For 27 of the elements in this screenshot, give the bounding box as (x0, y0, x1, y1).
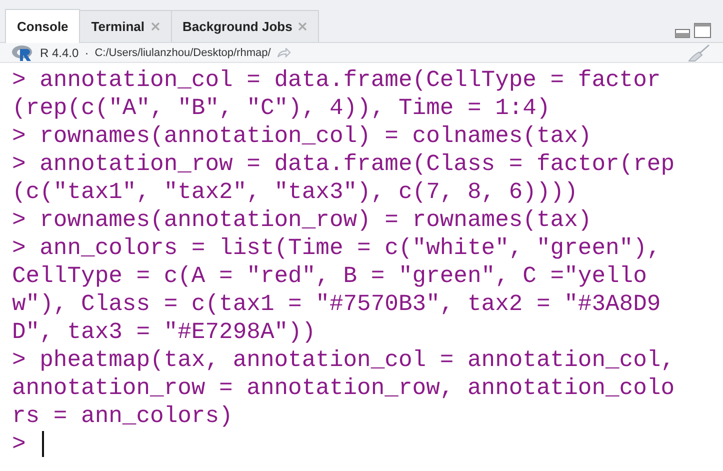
console-line: > rownames(annotation_col) = colnames(tax) (12, 122, 593, 150)
r-version: R 4.4.0 (40, 46, 79, 60)
text-cursor (42, 431, 44, 457)
separator-dot: · (84, 46, 89, 60)
broom-icon[interactable] (687, 44, 711, 62)
share-arrow-icon[interactable] (276, 48, 291, 58)
close-icon[interactable] (150, 22, 160, 31)
console-prompt: > (12, 430, 26, 458)
console-line: (rep(c("A", "B", "C"), 4)), Time = 1:4) (12, 94, 552, 122)
minimize-icon[interactable] (675, 29, 690, 38)
maximize-icon[interactable] (694, 23, 711, 38)
console-tab[interactable]: Console (5, 9, 80, 43)
console-line: D", tax3 = "#E7298A")) (12, 318, 317, 346)
console-line: rs = ann_colors) (12, 402, 234, 430)
console-line: > ann_colors = list(Time = c("white", "green"), (12, 234, 662, 262)
console-tab[interactable]: Background Jobs (170, 10, 320, 42)
console-line: > pheatmap(tax, annotation_col = annotation_col, (12, 346, 676, 374)
console-line: w"), Class = c(tax1 = "#7570B3", tax2 = "#3A8D9 (12, 290, 662, 318)
console-tab[interactable]: Terminal (79, 10, 172, 42)
console-line: > annotation_row = data.frame(Class = factor(rep (12, 150, 676, 178)
console-line: (c("tax1", "tax2", "tax3"), c(7, 8, 6)))) (12, 178, 579, 206)
console-line: annotation_row = annotation_row, annotation_colo (12, 374, 676, 402)
console-line: > rownames(annotation_row) = rownames(tax) (12, 206, 593, 234)
console-line: CellType = c(A = "red", B = "green", C ="yello (12, 262, 648, 290)
close-icon[interactable] (298, 22, 308, 31)
console-line: > annotation_col = data.frame(CellType = factor (12, 66, 662, 94)
working-directory[interactable]: C:/Users/liulanzhou/Desktop/rhmap/ (94, 46, 271, 58)
